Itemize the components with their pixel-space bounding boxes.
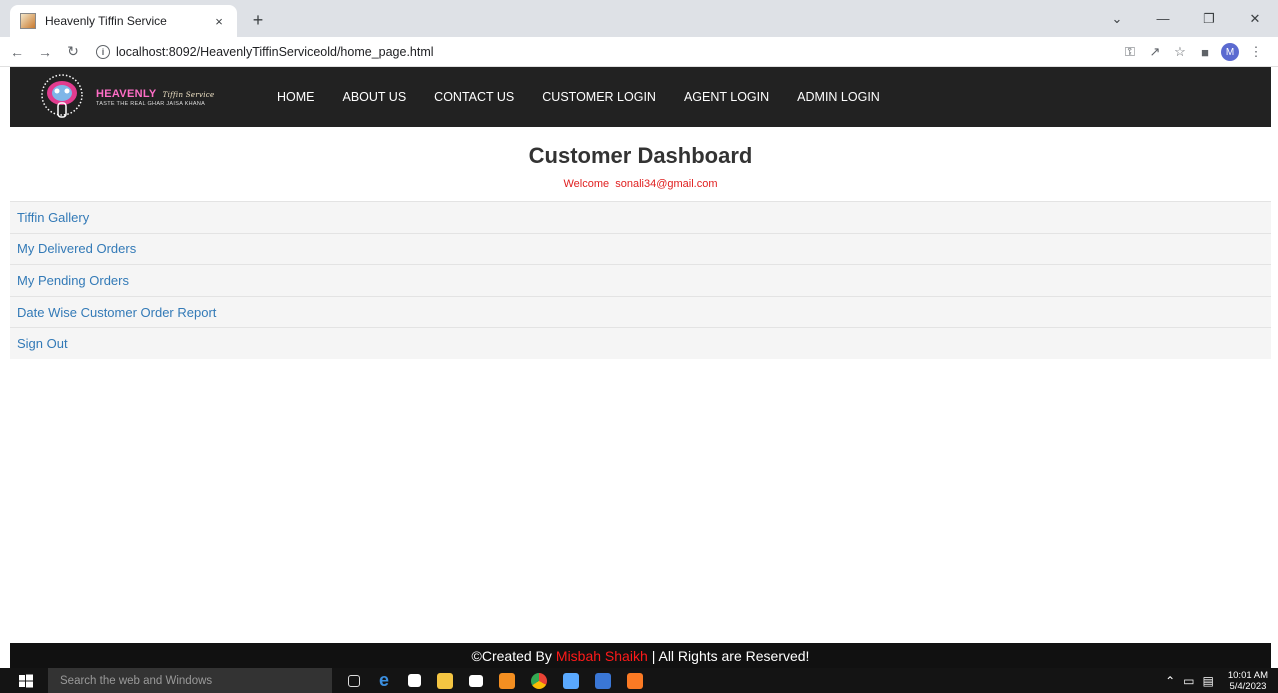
clock-time: 10:01 AM — [1227, 669, 1268, 681]
tab-close-icon[interactable]: × — [211, 14, 227, 29]
site-footer: ©Created By Misbah Shaikh | All Rights a… — [10, 643, 1271, 668]
brand-tagline: TASTE THE REAL GHAR JAISA KHANA — [96, 101, 206, 107]
dashboard-menu: Tiffin Gallery My Delivered Orders My Pe… — [10, 201, 1271, 359]
nav-contact-us[interactable]: CONTACT US — [434, 90, 514, 104]
xampp-icon[interactable] — [627, 672, 643, 689]
system-tray: ⌃ ▭ ▤ 10:01 AM 5/4/2023 — [1165, 668, 1268, 693]
windows-start-icon[interactable] — [18, 673, 34, 689]
tab-search-icon[interactable]: ⌄ — [1094, 0, 1140, 37]
menu-dots-icon[interactable]: ⋮ — [1244, 44, 1268, 60]
share-icon[interactable]: ↗ — [1143, 44, 1167, 60]
clock-date: 5/4/2023 — [1229, 680, 1267, 692]
close-window-icon[interactable]: ✕ — [1232, 0, 1278, 37]
edge-icon[interactable]: e — [376, 670, 392, 690]
minimize-icon[interactable]: — — [1140, 0, 1186, 37]
main-nav: HOME ABOUT US CONTACT US CUSTOMER LOGIN … — [277, 67, 908, 127]
bookmark-star-icon[interactable]: ☆ — [1168, 44, 1192, 60]
toolbar-actions: ⚿ ↗ ☆ ■ M ⋮ — [1117, 40, 1268, 64]
chrome-icon[interactable] — [531, 672, 547, 689]
footer-prefix: ©Created By — [471, 647, 552, 664]
window-controls: ⌄ — ❐ ✕ — [1094, 0, 1278, 37]
new-tab-button[interactable]: + — [248, 10, 268, 31]
menu-delivered-orders[interactable]: My Delivered Orders — [10, 232, 1271, 265]
battery-icon[interactable]: ▭ — [1183, 674, 1194, 688]
menu-sign-out[interactable]: Sign Out — [10, 327, 1271, 359]
task-view-icon[interactable] — [348, 674, 360, 687]
forward-icon[interactable]: → — [34, 41, 56, 63]
nav-admin-login[interactable]: ADMIN LOGIN — [797, 90, 880, 104]
browser-toolbar: ← → ↻ i localhost:8092/HeavenlyTiffinSer… — [0, 37, 1278, 67]
menu-tiffin-gallery[interactable]: Tiffin Gallery — [10, 201, 1271, 233]
welcome-message: Welcome sonali34@gmail.com — [10, 178, 1271, 190]
browser-tab[interactable]: Heavenly Tiffin Service × — [10, 5, 237, 37]
footer-author: Misbah Shaikh — [555, 647, 648, 664]
footer-suffix: | All Rights are Reserved! — [651, 647, 810, 664]
taskbar-apps: e — [340, 668, 651, 693]
sublime-icon[interactable] — [499, 672, 515, 689]
taskbar-search[interactable]: Search the web and Windows — [48, 668, 332, 693]
nav-home[interactable]: HOME — [277, 90, 315, 104]
reload-icon[interactable]: ↻ — [62, 41, 84, 63]
tray-chevron-icon[interactable]: ⌃ — [1165, 674, 1175, 688]
system-clock[interactable]: 10:01 AM 5/4/2023 — [1228, 670, 1268, 692]
page-title: Customer Dashboard — [528, 143, 753, 168]
menu-order-report[interactable]: Date Wise Customer Order Report — [10, 295, 1271, 328]
user-email: sonali34@gmail.com — [615, 178, 718, 190]
profile-avatar[interactable]: M — [1221, 43, 1239, 61]
taskbar-search-placeholder: Search the web and Windows — [60, 674, 213, 687]
brand-script: Tiffin Service — [162, 91, 215, 99]
camera-icon[interactable] — [469, 674, 483, 687]
welcome-prefix: Welcome — [563, 178, 610, 190]
tab-title: Heavenly Tiffin Service — [45, 14, 167, 28]
url-text: localhost:8092/HeavenlyTiffinServiceold/… — [116, 45, 434, 59]
browser-tabstrip: Heavenly Tiffin Service × + ⌄ — ❐ ✕ — [0, 0, 1278, 37]
address-bar[interactable]: i localhost:8092/HeavenlyTiffinServiceol… — [96, 40, 1096, 64]
store-icon[interactable] — [408, 674, 421, 687]
nav-agent-login[interactable]: AGENT LOGIN — [684, 90, 769, 104]
restore-icon[interactable]: ❐ — [1186, 0, 1232, 37]
back-icon[interactable]: ← — [6, 41, 28, 63]
site-logo[interactable]: HEAVENLY Tiffin Service TASTE THE REAL G… — [32, 73, 242, 121]
nav-about-us[interactable]: ABOUT US — [343, 90, 407, 104]
key-icon[interactable]: ⚿ — [1118, 44, 1142, 60]
nav-customer-login[interactable]: CUSTOMER LOGIN — [542, 90, 656, 104]
tiffin-logo-icon — [41, 74, 83, 118]
menu-pending-orders[interactable]: My Pending Orders — [10, 264, 1271, 296]
site-header: HEAVENLY Tiffin Service TASTE THE REAL G… — [10, 67, 1271, 127]
site-favicon-icon — [20, 13, 36, 29]
3d-box-icon[interactable] — [563, 672, 579, 689]
windows-taskbar: Search the web and Windows e ⌃ ▭ ▤ 10:01… — [0, 668, 1278, 693]
side-panel-icon[interactable]: ■ — [1193, 45, 1217, 60]
file-explorer-icon[interactable] — [437, 672, 453, 689]
brand-name: HEAVENLY — [96, 88, 157, 100]
notifications-icon[interactable]: ▤ — [1203, 674, 1214, 688]
notes-icon[interactable] — [595, 672, 611, 689]
site-info-icon[interactable]: i — [96, 45, 110, 59]
